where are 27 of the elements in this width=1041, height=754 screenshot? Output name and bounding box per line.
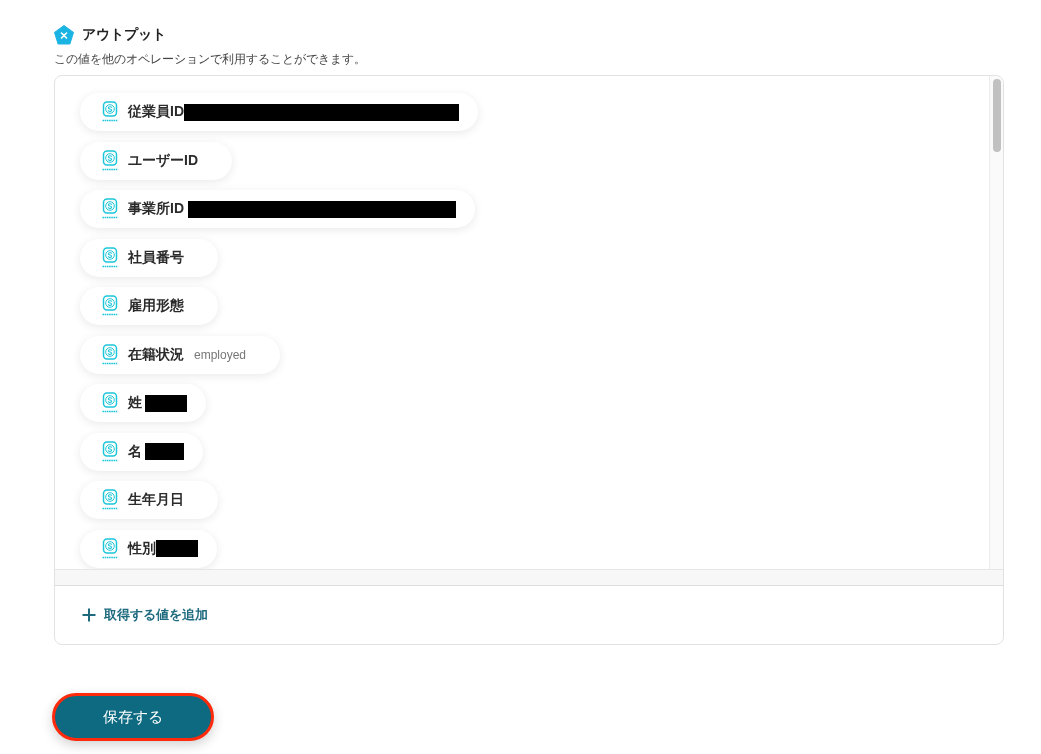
output-label: 従業員ID <box>128 103 184 121</box>
output-label: 社員番号 <box>128 248 184 267</box>
output-chip[interactable]: 雇用形態 <box>80 287 218 325</box>
section-description: この値を他のオペレーションで利用することができます。 <box>54 51 366 67</box>
output-chip[interactable]: 生年月日 <box>80 481 218 519</box>
output-chip[interactable]: 名 <box>80 432 203 471</box>
output-chip[interactable]: 従業員ID <box>80 93 478 131</box>
output-chip[interactable]: 性別 <box>80 529 217 568</box>
output-chip[interactable]: 姓 <box>80 384 206 422</box>
output-chip[interactable]: 事業所ID <box>80 190 475 228</box>
pentagon-x-icon <box>54 24 74 45</box>
save-button[interactable]: 保存する <box>52 693 214 741</box>
plus-icon <box>82 608 96 622</box>
output-label: 在籍状況 <box>128 345 184 364</box>
output-label: 生年月日 <box>128 491 184 509</box>
output-label: 事業所ID <box>128 200 184 218</box>
output-label: ユーザーID <box>128 151 198 170</box>
output-label: 名 <box>128 442 142 461</box>
output-chip[interactable]: ユーザーID <box>80 141 232 180</box>
output-chip[interactable]: 在籍状況 employed <box>80 335 281 374</box>
output-chip[interactable]: 社員番号 <box>80 238 218 277</box>
output-value: employed <box>194 347 247 362</box>
output-label: 性別 <box>128 539 156 558</box>
output-label: 雇用形態 <box>128 297 184 315</box>
output-label: 姓 <box>128 394 142 412</box>
add-value-button[interactable]: 取得する値を追加 <box>82 606 208 624</box>
section-title: アウトプット <box>82 25 166 44</box>
